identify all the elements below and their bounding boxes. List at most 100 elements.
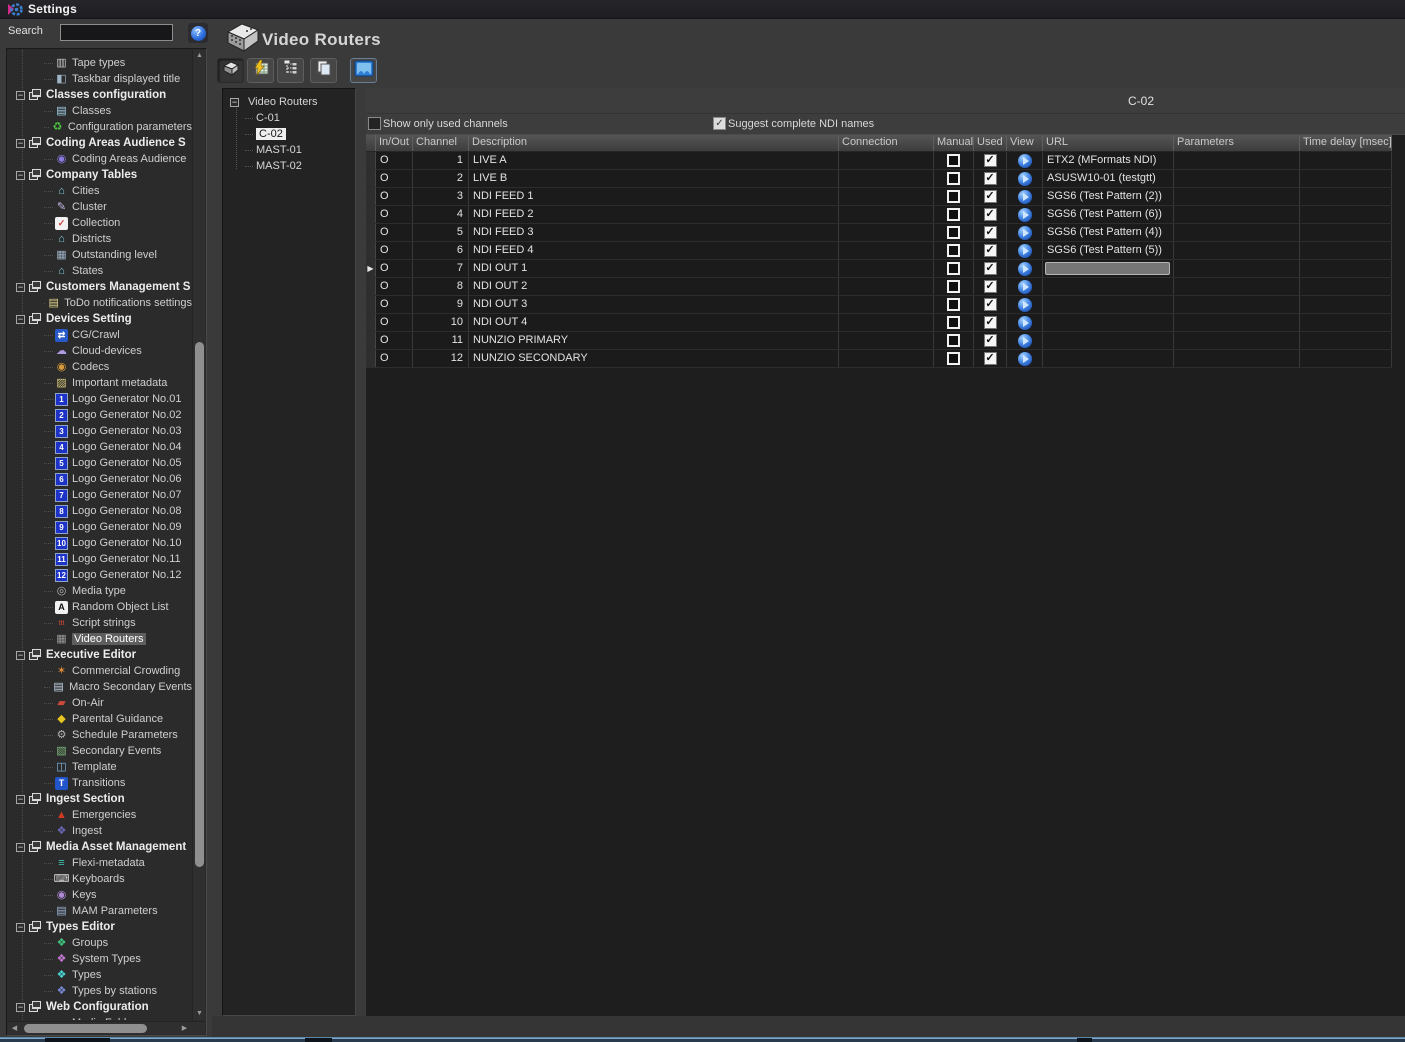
help-button[interactable]: ?	[188, 23, 208, 43]
column-header-parameters[interactable]: Parameters	[1174, 135, 1300, 151]
collapse-icon[interactable]: −	[16, 923, 25, 932]
collapse-icon[interactable]: −	[16, 91, 25, 100]
sidebar-item-types[interactable]: ❖Types	[8, 967, 192, 983]
sidebar-item-script-strings[interactable]: tttScript strings	[8, 615, 192, 631]
collapse-icon[interactable]: −	[16, 651, 25, 660]
sidebar-hscroll-thumb[interactable]	[24, 1024, 147, 1033]
sidebar-item-districts[interactable]: ⌂Districts	[8, 231, 192, 247]
filter-checkbox-show-only-used-channels[interactable]	[368, 117, 381, 130]
manual-checkbox[interactable]	[947, 190, 960, 203]
sidebar-item-logo-generator-no-10[interactable]: 10Logo Generator No.10	[8, 535, 192, 551]
manual-checkbox[interactable]	[947, 226, 960, 239]
sidebar-group-executive-editor[interactable]: −Executive Editor	[8, 647, 192, 663]
used-checkbox[interactable]: ✓	[984, 154, 997, 167]
sidebar-group-devices-setting[interactable]: −Devices Setting	[8, 311, 192, 327]
sidebar-group-coding-areas-audience-s[interactable]: −Coding Areas Audience S	[8, 135, 192, 151]
sidebar-item-macro-secondary-events[interactable]: ▤Macro Secondary Events	[8, 679, 192, 695]
sidebar-item-commercial-crowding[interactable]: ✶Commercial Crowding	[8, 663, 192, 679]
router-tree-item-mast-02[interactable]: MAST-02	[223, 158, 355, 174]
sidebar-item-groups[interactable]: ❖Groups	[8, 935, 192, 951]
search-input[interactable]	[60, 24, 173, 41]
collapse-icon[interactable]: −	[16, 139, 25, 148]
router-tree-root[interactable]: − Video Routers	[223, 94, 355, 110]
view-play-icon[interactable]	[1018, 172, 1032, 186]
row-gutter[interactable]	[366, 170, 376, 187]
view-play-icon[interactable]	[1018, 316, 1032, 330]
table-row[interactable]: O3NDI FEED 1✓SGS6 (Test Pattern (2))	[366, 188, 1392, 206]
sidebar-item-cg-crawl[interactable]: ⇄CG/Crawl	[8, 327, 192, 343]
scroll-up-arrow-icon[interactable]: ▲	[193, 50, 206, 62]
router-tree-item-c-01[interactable]: C-01	[223, 110, 355, 126]
column-header-description[interactable]: Description	[469, 135, 839, 151]
sidebar-vertical-scrollbar[interactable]: ▲ ▼	[192, 50, 205, 1020]
sidebar-item-logo-generator-no-05[interactable]: 5Logo Generator No.05	[8, 455, 192, 471]
view-play-icon[interactable]	[1018, 262, 1032, 276]
collapse-icon[interactable]: −	[16, 315, 25, 324]
sidebar-item-transitions[interactable]: TTransitions	[8, 775, 192, 791]
sidebar-item-logo-generator-no-09[interactable]: 9Logo Generator No.09	[8, 519, 192, 535]
used-checkbox[interactable]: ✓	[984, 298, 997, 311]
column-header-connection[interactable]: Connection	[839, 135, 934, 151]
sidebar-item-keyboards[interactable]: ⌨Keyboards	[8, 871, 192, 887]
router-tree-item-mast-01[interactable]: MAST-01	[223, 142, 355, 158]
sidebar-item-logo-generator-no-12[interactable]: 12Logo Generator No.12	[8, 567, 192, 583]
sidebar-group-web-configuration[interactable]: −Web Configuration	[8, 999, 192, 1015]
sidebar-item-important-metadata[interactable]: ▨Important metadata	[8, 375, 192, 391]
sidebar-item-logo-generator-no-01[interactable]: 1Logo Generator No.01	[8, 391, 192, 407]
copy-button[interactable]	[310, 58, 337, 83]
manual-checkbox[interactable]	[947, 316, 960, 329]
sidebar-item-codecs[interactable]: ◉Codecs	[8, 359, 192, 375]
sidebar-item-cities[interactable]: ⌂Cities	[8, 183, 192, 199]
collapse-icon[interactable]: −	[16, 843, 25, 852]
sidebar-item-collection[interactable]: ✓Collection	[8, 215, 192, 231]
row-gutter[interactable]	[366, 224, 376, 241]
manual-checkbox[interactable]	[947, 172, 960, 185]
sidebar-item-media-type[interactable]: ◎Media type	[8, 583, 192, 599]
tree-view-button[interactable]	[277, 58, 304, 83]
table-row[interactable]: O1LIVE A✓ETX2 (MFormats NDI)	[366, 152, 1392, 170]
used-checkbox[interactable]: ✓	[984, 280, 997, 293]
router-tree-item-c-02[interactable]: C-02	[223, 126, 355, 142]
url-edit-box[interactable]	[1045, 262, 1170, 275]
sidebar-item-ingest[interactable]: ❖Ingest	[8, 823, 192, 839]
collapse-icon[interactable]: −	[16, 1003, 25, 1012]
used-checkbox[interactable]: ✓	[984, 226, 997, 239]
view-play-icon[interactable]	[1018, 352, 1032, 366]
video-router-tool-button[interactable]	[217, 58, 244, 83]
sidebar-group-types-editor[interactable]: −Types Editor	[8, 919, 192, 935]
sidebar-horizontal-scrollbar[interactable]: ◀ ▶	[8, 1021, 205, 1034]
sidebar-item-outstanding-level[interactable]: ▦Outstanding level	[8, 247, 192, 263]
row-gutter[interactable]	[366, 350, 376, 367]
column-header-url[interactable]: URL	[1043, 135, 1174, 151]
view-play-icon[interactable]	[1018, 208, 1032, 222]
sidebar-item-logo-generator-no-02[interactable]: 2Logo Generator No.02	[8, 407, 192, 423]
table-row[interactable]: O8NDI OUT 2✓	[366, 278, 1392, 296]
sidebar-item-random-object-list[interactable]: ARandom Object List	[8, 599, 192, 615]
sidebar-item-logo-generator-no-04[interactable]: 4Logo Generator No.04	[8, 439, 192, 455]
row-gutter[interactable]	[366, 332, 376, 349]
sidebar-item-emergencies[interactable]: ▲Emergencies	[8, 807, 192, 823]
table-row[interactable]: O11NUNZIO PRIMARY✓	[366, 332, 1392, 350]
sidebar-item-states[interactable]: ⌂States	[8, 263, 192, 279]
manual-checkbox[interactable]	[947, 262, 960, 275]
view-play-icon[interactable]	[1018, 334, 1032, 348]
sidebar-item-template[interactable]: ◫Template	[8, 759, 192, 775]
sidebar-item-flexi-metadata[interactable]: ≡Flexi-metadata	[8, 855, 192, 871]
view-play-icon[interactable]	[1018, 226, 1032, 240]
manual-checkbox[interactable]	[947, 298, 960, 311]
sidebar-item-coding-areas-audience[interactable]: ◉Coding Areas Audience	[8, 151, 192, 167]
used-checkbox[interactable]: ✓	[984, 334, 997, 347]
view-play-icon[interactable]	[1018, 244, 1032, 258]
sidebar-item-logo-generator-no-06[interactable]: 6Logo Generator No.06	[8, 471, 192, 487]
scroll-right-arrow-icon[interactable]: ▶	[178, 1022, 191, 1035]
scroll-left-arrow-icon[interactable]: ◀	[8, 1022, 21, 1035]
sidebar-item-taskbar-displayed-title[interactable]: ◧Taskbar displayed title	[8, 71, 192, 87]
sidebar-item-types-by-stations[interactable]: ❖Types by stations	[8, 983, 192, 999]
used-checkbox[interactable]: ✓	[984, 208, 997, 221]
row-gutter[interactable]	[366, 188, 376, 205]
sidebar-item-secondary-events[interactable]: ▧Secondary Events	[8, 743, 192, 759]
table-row[interactable]: O10NDI OUT 4✓	[366, 314, 1392, 332]
table-row[interactable]: ▶O7NDI OUT 1✓	[366, 260, 1392, 278]
manual-checkbox[interactable]	[947, 334, 960, 347]
view-play-icon[interactable]	[1018, 280, 1032, 294]
